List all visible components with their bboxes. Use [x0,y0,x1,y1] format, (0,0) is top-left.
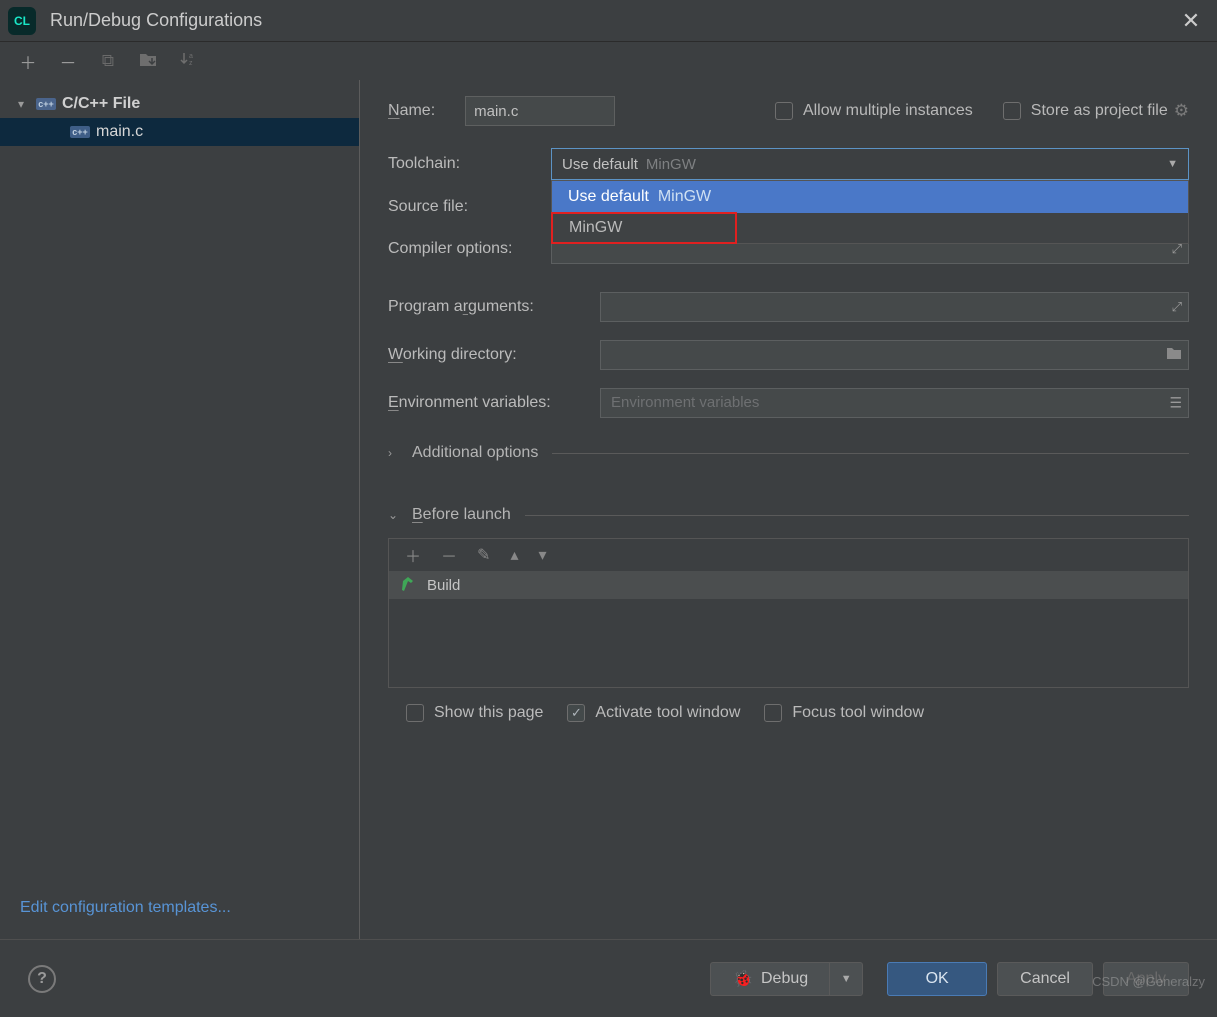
watermark: CSDN @Generalzy [1092,974,1205,989]
workdir-field[interactable] [600,340,1189,370]
show-page-checkbox[interactable] [406,704,424,722]
debug-button[interactable]: 🐞 Debug [710,962,831,996]
c-file-icon: c++ [70,123,90,141]
svg-text:a: a [189,53,193,60]
cancel-button[interactable]: Cancel [997,962,1093,996]
add-icon[interactable]: ＋ [18,49,38,74]
down-icon[interactable]: ▾ [538,545,546,565]
cpp-file-icon: c++ [36,95,56,113]
svg-text:z: z [189,60,193,67]
window-title: Run/Debug Configurations [50,10,262,31]
remove-icon[interactable]: － [441,543,457,567]
store-project-label: Store as project file [1031,102,1168,120]
build-task-label: Build [427,577,460,594]
tree-group-label: C/C++ File [62,95,140,113]
additional-options-header[interactable]: › Additional options [388,444,1189,462]
source-file-label: Source file: [388,198,551,216]
name-field[interactable] [465,96,615,126]
env-field[interactable]: Environment variables ☰ [600,388,1189,418]
toolchain-value-b: MinGW [646,156,696,173]
copy-icon[interactable]: ⧉ [98,51,118,71]
toolchain-value-a: Use default [562,156,638,173]
tree-group[interactable]: ▾ c++ C/C++ File [0,90,359,118]
dropdown-option[interactable]: Use default MinGW [552,181,1188,213]
ok-button[interactable]: OK [887,962,987,996]
tree-item[interactable]: c++ main.c [0,118,359,146]
toolchain-dropdown-list: Use default MinGW MinGW [551,180,1189,244]
config-toolbar: ＋ － ⧉ az [0,42,1217,80]
close-icon[interactable]: ✕ [1179,8,1203,34]
config-tree-panel: ▾ c++ C/C++ File c++ main.c Edit configu… [0,80,360,939]
edit-templates-link[interactable]: Edit configuration templates... [0,899,359,939]
env-label: Environment variables: [388,394,600,412]
sort-icon[interactable]: az [178,51,198,72]
expand-icon[interactable]: ⤢ [1172,299,1182,315]
app-icon: CL [8,7,36,35]
focus-tool-checkbox[interactable] [764,704,782,722]
name-label: Name: [388,102,435,120]
add-icon[interactable]: ＋ [405,543,421,567]
store-project-checkbox[interactable] [1003,102,1021,120]
gear-icon[interactable]: ⚙ [1174,101,1189,121]
toolchain-dropdown[interactable]: Use default MinGW ▼ [551,148,1189,180]
workdir-label: Working directory: [388,346,600,364]
toolchain-label: Toolchain: [388,155,551,173]
chevron-down-icon: ⌄ [388,508,404,522]
bug-icon: 🐞 [733,969,753,989]
chevron-down-icon: ▼ [1167,158,1178,170]
save-template-icon[interactable] [138,51,158,72]
dropdown-option[interactable]: MinGW [551,212,737,244]
config-form: Name: Allow multiple instances Store as … [360,80,1217,939]
list-icon[interactable]: ☰ [1169,395,1182,412]
build-task-row[interactable]: Build [389,571,1188,599]
edit-icon[interactable]: ✎ [477,545,490,565]
title-bar: CL Run/Debug Configurations ✕ [0,0,1217,42]
debug-split-arrow[interactable]: ▼ [829,962,863,996]
remove-icon[interactable]: － [58,49,78,74]
allow-multiple-label: Allow multiple instances [803,102,973,120]
help-icon[interactable]: ? [28,965,56,993]
activate-tool-checkbox[interactable]: ✓ [567,704,585,722]
chevron-right-icon: › [388,446,404,460]
program-args-label: Program arguments: [388,298,600,316]
up-icon[interactable]: ▴ [510,545,518,565]
hammer-icon [401,575,417,596]
tree-item-label: main.c [96,123,143,141]
folder-icon[interactable] [1166,346,1182,364]
before-launch-box: ＋ － ✎ ▴ ▾ Build [388,538,1189,688]
compiler-options-label: Compiler options: [388,240,551,258]
program-args-field[interactable]: ⤢ [600,292,1189,322]
env-placeholder: Environment variables [601,394,759,411]
chevron-down-icon: ▾ [18,97,32,111]
focus-tool-label: Focus tool window [792,704,924,722]
before-launch-header[interactable]: ⌄ Before launch [388,506,1189,524]
bottom-bar: ? 🐞 Debug ▼ OK Cancel Apply [0,939,1217,1017]
activate-tool-label: Activate tool window [595,704,740,722]
allow-multiple-checkbox[interactable] [775,102,793,120]
show-page-label: Show this page [434,704,543,722]
